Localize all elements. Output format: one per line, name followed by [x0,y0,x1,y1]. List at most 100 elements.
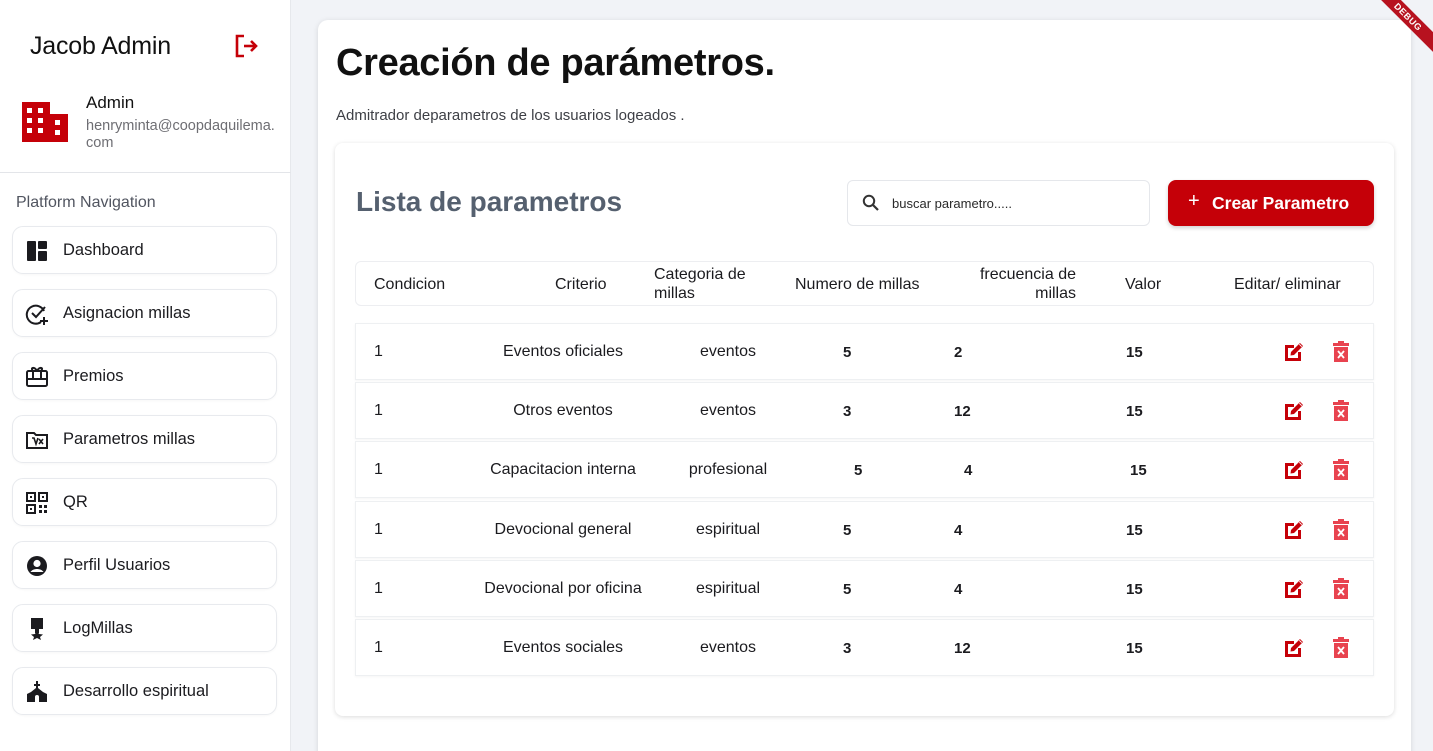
table-row: 1 Eventos oficiales eventos 5 2 15 [355,323,1374,380]
cell-condicion: 1 [374,521,383,538]
sidebar-item-qr[interactable]: QR [12,478,277,526]
cell-valor: 15 [1126,344,1143,361]
column-header-condicion: Condicion [374,276,446,293]
sidebar-item-label: QR [63,493,88,511]
sidebar-item-logmillas[interactable]: LogMillas [12,604,277,652]
account-circle-icon [27,556,47,576]
cell-numero: 5 [843,581,852,598]
column-header-categoria: Categoria de millas [654,266,746,302]
cell-categoria: espiritual [695,580,761,597]
cell-categoria: eventos [699,343,757,360]
cell-numero: 3 [843,640,852,657]
add-task-icon [25,304,48,325]
edit-icon[interactable] [1282,518,1306,542]
create-parameter-button[interactable]: + Crear Parametro [1168,180,1374,226]
cell-condicion: 1 [374,343,383,360]
cell-numero: 5 [843,522,852,539]
delete-icon[interactable] [1329,399,1353,423]
table-row: 1 Capacitacion interna profesional 5 4 15 [355,441,1374,498]
list-title: Lista de parametros [356,186,623,217]
cell-condicion: 1 [374,461,383,478]
edit-icon[interactable] [1282,577,1306,601]
cell-criterio: Eventos oficiales [502,343,624,360]
sidebar-item-label: Perfil Usuarios [63,556,171,574]
page-subtitle: Admitrador deparametros de los usuarios … [336,107,685,124]
cell-valor: 15 [1126,522,1143,539]
column-header-valor: Valor [1125,276,1162,293]
sidebar-item-asignacion-millas[interactable]: Asignacion millas [12,289,277,337]
column-header-acciones: Editar/ eliminar [1234,276,1341,293]
award-ribbon-icon [31,618,43,640]
cell-valor: 15 [1130,462,1147,479]
church-icon [27,681,47,702]
cell-criterio: Devocional general [494,521,632,538]
cell-valor: 15 [1126,403,1143,420]
cell-criterio: Otros eventos [513,402,613,419]
edit-icon[interactable] [1282,340,1306,364]
delete-icon[interactable] [1329,636,1353,660]
cell-categoria: espiritual [695,521,761,538]
sidebar-item-label: Desarrollo espiritual [63,682,209,700]
delete-icon[interactable] [1329,458,1353,482]
nav-title: Platform Navigation [16,194,156,211]
cell-condicion: 1 [374,639,383,656]
edit-icon[interactable] [1282,636,1306,660]
user-role: Admin [86,93,135,112]
cell-categoria: eventos [699,639,757,656]
sidebar-item-dashboard[interactable]: Dashboard [12,226,277,274]
cell-frecuencia: 4 [954,581,963,598]
cell-condicion: 1 [374,580,383,597]
table-row: 1 Devocional por oficina espiritual 5 4 15 [355,560,1374,617]
sidebar: Jacob Admin Admin henryminta@coopdaquile… [0,0,291,751]
sidebar-item-parametros-millas[interactable]: Parametros millas [12,415,277,463]
sidebar-item-label: Asignacion millas [63,304,191,322]
search-box [847,180,1150,226]
cell-criterio: Eventos sociales [502,639,624,656]
sidebar-item-label: Dashboard [63,241,144,259]
search-input[interactable] [892,192,1137,214]
cell-frecuencia: 4 [954,522,963,539]
cell-categoria: eventos [699,402,757,419]
delete-icon[interactable] [1329,518,1353,542]
cell-categoria: profesional [688,461,768,478]
column-header-numero: Numero de millas [795,276,920,293]
qr-code-icon [26,492,48,514]
sidebar-header: Jacob Admin Admin henryminta@coopdaquile… [0,0,291,173]
cell-valor: 15 [1126,640,1143,657]
cell-criterio: Devocional por oficina [484,580,642,597]
cell-numero: 3 [843,403,852,420]
delete-icon[interactable] [1329,340,1353,364]
sidebar-item-label: Premios [63,367,124,385]
sidebar-item-premios[interactable]: Premios [12,352,277,400]
sidebar-title: Jacob Admin [30,32,171,60]
column-header-criterio: Criterio [555,276,607,293]
dashboard-icon [27,241,47,261]
cell-valor: 15 [1126,581,1143,598]
logout-icon[interactable] [233,32,261,60]
folder-formula-icon [26,432,48,449]
table-header: Condicion Criterio Categoria de millas N… [355,261,1374,306]
cell-frecuencia: 4 [964,462,973,479]
cell-frecuencia: 12 [954,403,971,420]
sidebar-item-label: Parametros millas [63,430,196,448]
delete-icon[interactable] [1329,577,1353,601]
sidebar-item-desarrollo-espiritual[interactable]: Desarrollo espiritual [12,667,277,715]
sidebar-item-perfil-usuarios[interactable]: Perfil Usuarios [12,541,277,589]
plus-icon: + [1188,190,1200,212]
edit-icon[interactable] [1282,399,1306,423]
cell-numero: 5 [843,344,852,361]
page-title: Creación de parámetros. [336,42,775,84]
cell-frecuencia: 12 [954,640,971,657]
table-row: 1 Otros eventos eventos 3 12 15 [355,382,1374,439]
user-email: henryminta@coopdaquilema.com [86,118,275,151]
create-parameter-label: Crear Parametro [1212,193,1350,213]
cell-numero: 5 [854,462,863,479]
building-icon [22,102,68,142]
cell-frecuencia: 2 [954,344,963,361]
gift-card-icon [26,367,48,387]
table-row: 1 Devocional general espiritual 5 4 15 [355,501,1374,558]
cell-criterio: Capacitacion interna [490,461,636,478]
edit-icon[interactable] [1282,458,1306,482]
sidebar-item-label: LogMillas [63,619,133,637]
cell-condicion: 1 [374,402,383,419]
